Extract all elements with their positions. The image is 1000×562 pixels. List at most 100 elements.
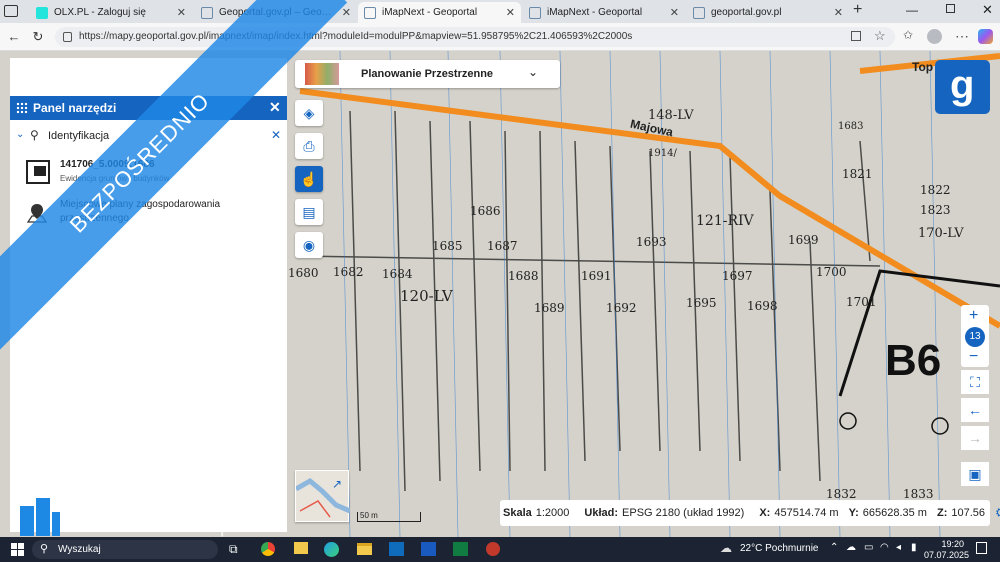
parcel-label: 1833 <box>903 487 934 501</box>
z-value: 107.56 <box>951 507 986 519</box>
wifi-icon[interactable]: ◠ <box>880 542 889 553</box>
tab-geoportal[interactable]: geoportal.gov.pl ✕ <box>687 2 849 23</box>
excel-icon[interactable] <box>453 542 468 556</box>
fullscreen-icon: ⛶ <box>970 373 980 390</box>
tray-chevron-icon[interactable]: ⌃ <box>830 542 838 553</box>
parcel-label: 1689 <box>534 301 565 315</box>
more-menu-icon[interactable]: ⋯ <box>955 28 969 45</box>
camera-icon: ◉ <box>302 236 316 253</box>
volume-icon[interactable]: ◂ <box>896 542 901 553</box>
file-explorer-icon[interactable] <box>294 542 308 554</box>
taskbar-search[interactable]: ⚲ Wyszukaj <box>32 540 218 559</box>
parcel-label: 1691 <box>581 269 612 283</box>
close-tab-icon[interactable]: ✕ <box>834 6 843 19</box>
chrome-icon[interactable] <box>261 542 275 556</box>
module-selector[interactable]: Planowanie Przestrzenne ⌄ <box>295 60 560 88</box>
clipboard-icon: ▤ <box>302 203 316 220</box>
new-tab-icon[interactable]: + <box>853 1 862 19</box>
outlook-icon[interactable] <box>389 542 404 556</box>
page-favicon-icon <box>529 6 541 19</box>
back-icon[interactable]: ← <box>5 28 23 46</box>
print-button[interactable]: ⎙ <box>295 133 323 159</box>
expand-icon[interactable]: ↗ <box>332 477 342 491</box>
parcel-label: 148-LV <box>648 108 694 123</box>
parcel-label: 170-LV <box>918 226 964 241</box>
parcel-label: 1687 <box>487 239 518 253</box>
clock-time[interactable]: 19:20 <box>932 539 964 549</box>
parcel-label: 1680 <box>288 266 319 280</box>
parcel-label: 1684 <box>382 267 413 281</box>
next-view-button[interactable]: → <box>961 426 989 450</box>
screenshot-button[interactable]: ◉ <box>295 232 323 258</box>
x-value: 457514.74 m <box>774 507 839 519</box>
notification-icon[interactable] <box>976 542 987 554</box>
hand-pointer-icon: ☝ <box>300 170 318 187</box>
scale-value[interactable]: 1:2000 <box>536 507 570 519</box>
parcel-label: 1821 <box>842 167 873 181</box>
weather-text[interactable]: 22°C Pochmurnie <box>740 543 818 554</box>
taskbar-search-label: Wyszukaj <box>58 544 101 555</box>
parcel-label: 121-RIV <box>696 213 754 229</box>
scale-bar: 50 m <box>357 511 421 522</box>
layers-button[interactable]: ◈ <box>295 100 323 126</box>
zoom-out-icon[interactable]: − <box>969 348 978 366</box>
onedrive-icon[interactable]: ☁ <box>846 542 856 553</box>
battery-icon[interactable]: ▮ <box>911 542 917 553</box>
basemap-button[interactable]: ▣ <box>961 462 989 486</box>
copilot-icon[interactable] <box>978 29 993 44</box>
favorites-icon[interactable]: ✩ <box>903 28 913 42</box>
parcel-label: 1692 <box>606 301 637 315</box>
scale-label: Skala <box>503 507 532 519</box>
parcel-label: 1693 <box>636 235 667 249</box>
overview-map[interactable]: ↗ <box>294 470 351 522</box>
close-panel-icon[interactable]: ✕ <box>269 99 281 116</box>
geoportal-logo[interactable]: g <box>935 60 990 114</box>
edge-icon[interactable] <box>324 542 339 557</box>
word-icon[interactable] <box>421 542 436 556</box>
app-icon[interactable] <box>486 542 500 556</box>
street-label-top: Top <box>912 60 934 74</box>
address-bar[interactable]: https://mapy.geoportal.gov.pl/imapnext/i… <box>55 27 895 47</box>
folder-icon[interactable] <box>357 543 372 555</box>
tab-title: iMapNext - Geoportal <box>382 7 478 18</box>
apps-grid-icon <box>16 102 28 114</box>
panel-title: Panel narzędzi <box>33 101 117 115</box>
start-windows-icon[interactable] <box>11 543 24 556</box>
site-info-icon[interactable] <box>63 32 72 42</box>
tab-imapnext-active[interactable]: iMapNext - Geoportal ✕ <box>358 2 521 23</box>
settings-gear-icon[interactable]: ⚙ <box>995 505 1000 521</box>
clipboard-button[interactable]: ▤ <box>295 199 323 225</box>
search-icon: ⚲ <box>30 128 39 142</box>
close-tab-icon[interactable]: ✕ <box>506 6 515 19</box>
tray-app-icon[interactable]: ▭ <box>864 542 873 553</box>
tab-actions-icon[interactable] <box>4 5 18 17</box>
maximize-icon[interactable] <box>946 4 955 13</box>
tab-imapnext[interactable]: iMapNext - Geoportal ✕ <box>523 2 685 23</box>
reload-icon[interactable]: ↻ <box>29 28 47 46</box>
scale-bar-label: 50 m <box>360 511 378 520</box>
close-tab-icon[interactable]: ✕ <box>177 6 186 19</box>
zoom-in-icon[interactable]: + <box>969 307 978 325</box>
close-window-icon[interactable]: ✕ <box>982 2 993 18</box>
olx-favicon-icon <box>36 6 48 19</box>
print-icon: ⎙ <box>303 137 315 154</box>
tab-olx[interactable]: OLX.PL - Zaloguj się ✕ <box>30 2 192 23</box>
task-view-icon[interactable]: ⧉ <box>229 542 238 557</box>
app-available-icon[interactable] <box>851 31 861 41</box>
favorite-star-icon[interactable]: ☆ <box>874 28 886 44</box>
parcel-label: 1683 <box>838 121 864 132</box>
parcel-label: 1700 <box>816 265 847 279</box>
crs-value[interactable]: EPSG 2180 (układ 1992) <box>622 507 744 519</box>
close-section-icon[interactable]: ✕ <box>271 128 281 142</box>
parcel-label: 1699 <box>788 233 819 247</box>
profile-avatar[interactable] <box>927 29 942 44</box>
close-tab-icon[interactable]: ✕ <box>670 6 679 19</box>
section-title: Identyfikacja <box>48 130 110 142</box>
chevron-down-icon[interactable]: ⌄ <box>16 129 24 140</box>
fullscreen-button[interactable]: ⛶ <box>961 370 989 394</box>
minimize-icon[interactable]: — <box>906 3 918 17</box>
clock-date[interactable]: 07.07.2025 <box>924 550 969 560</box>
identify-button[interactable]: ☝ <box>295 166 323 192</box>
previous-view-button[interactable]: ← <box>961 398 989 422</box>
close-tab-icon[interactable]: ✕ <box>342 6 351 19</box>
